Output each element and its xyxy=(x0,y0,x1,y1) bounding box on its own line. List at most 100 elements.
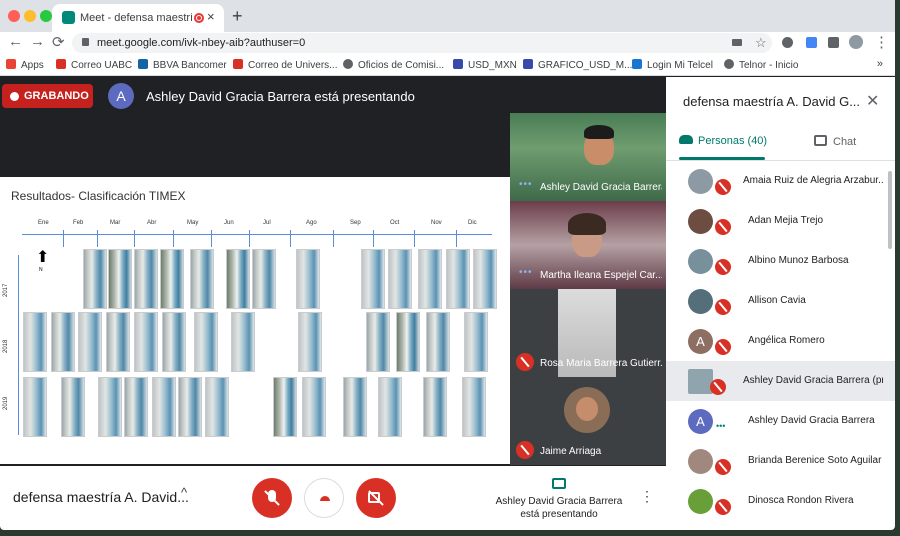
list-item[interactable]: Brianda Berenice Soto Aguilar xyxy=(666,441,895,481)
list-item[interactable]: Amaia Ruiz de Alegria Arzabur... xyxy=(666,161,895,201)
bookmark-correo-universidad[interactable]: Correo de Univers... xyxy=(233,59,337,71)
list-item[interactable]: Adan Mejia Trejo xyxy=(666,201,895,241)
list-item[interactable]: Allison Cavia xyxy=(666,281,895,321)
timeline-tick xyxy=(333,230,334,247)
timeline-tick xyxy=(373,230,374,247)
month-label: Nov xyxy=(431,220,442,226)
bookmark-telcel[interactable]: Login Mi Telcel xyxy=(632,59,713,71)
timex-image xyxy=(388,249,412,309)
participant-tile[interactable]: Rosa Maria Barrera Gutierr... xyxy=(510,289,666,377)
tab-close-icon[interactable]: × xyxy=(207,9,215,24)
timex-image xyxy=(205,377,229,437)
slide-title: Resultados- Clasificación TIMEX xyxy=(11,189,186,203)
timex-image xyxy=(152,377,176,437)
mic-off-icon xyxy=(715,499,731,515)
timex-image xyxy=(343,377,367,437)
timex-image xyxy=(134,312,158,372)
new-tab-button[interactable]: + xyxy=(232,6,243,27)
month-label: Jul xyxy=(263,220,271,226)
list-item[interactable]: Dinosca Rondon Rivera xyxy=(666,481,895,521)
bookmark-usd-mxn[interactable]: USD_MXN xyxy=(453,59,517,71)
list-item[interactable]: A Angélica Romero xyxy=(666,321,895,361)
hang-up-icon xyxy=(320,496,330,501)
minimize-window-button[interactable] xyxy=(24,10,36,22)
microphone-toggle-button[interactable] xyxy=(252,478,292,518)
participant-tile[interactable]: Jaime Arriaga xyxy=(510,377,666,465)
bookmark-apps[interactable]: Apps xyxy=(6,59,44,71)
url-bar[interactable]: meet.google.com/ivk-nbey-aib?authuser=0 … xyxy=(72,33,772,53)
camera-permission-icon[interactable] xyxy=(732,39,742,46)
maximize-window-button[interactable] xyxy=(40,10,52,22)
chevron-up-icon[interactable]: ^ xyxy=(181,485,187,500)
list-item[interactable]: Albino Munoz Barbosa xyxy=(666,241,895,281)
more-options-icon[interactable]: ⋮ xyxy=(640,488,654,505)
back-button[interactable]: ← xyxy=(8,33,23,50)
gmail-icon xyxy=(233,59,243,69)
presenter-avatar: A xyxy=(108,83,134,109)
browser-window: Meet - defensa maestría A × + ← → ⟳ meet… xyxy=(0,0,895,530)
meeting-details-button[interactable]: defensa maestría A. David... xyxy=(13,489,189,505)
mic-off-icon xyxy=(715,219,731,235)
globe-icon xyxy=(343,59,353,69)
year-label: 2019 xyxy=(3,396,9,410)
extensions-puzzle-icon[interactable] xyxy=(828,37,839,48)
timex-image xyxy=(378,377,402,437)
list-item[interactable]: A ••• Ashley David Gracia Barrera xyxy=(666,401,895,441)
chart-icon xyxy=(523,59,533,69)
reload-button[interactable]: ⟳ xyxy=(52,33,65,51)
browser-menu-icon[interactable]: ⋮ xyxy=(874,33,889,51)
timex-image xyxy=(396,312,420,372)
presentation-slide: Resultados- Clasificación TIMEX Ene Feb … xyxy=(0,177,510,464)
bookmark-oficios[interactable]: Oficios de Comisi... xyxy=(343,59,444,71)
timex-image xyxy=(98,377,122,437)
timex-image xyxy=(446,249,470,309)
bookmarks-overflow-icon[interactable]: » xyxy=(877,58,883,70)
presenting-status[interactable]: Ashley David Gracia Barrera está present… xyxy=(488,495,630,521)
timeline-tick xyxy=(456,230,457,247)
extension-icon[interactable] xyxy=(782,37,793,48)
telcel-icon xyxy=(632,59,642,69)
month-label: Sep xyxy=(350,220,361,226)
mic-off-icon xyxy=(715,339,731,355)
chart-icon xyxy=(453,59,463,69)
speaking-indicator-icon: ••• xyxy=(519,267,533,278)
present-screen-icon[interactable] xyxy=(552,478,566,489)
extension-pen-icon[interactable] xyxy=(806,37,817,48)
timeline-tick xyxy=(211,230,212,247)
panel-scrollbar[interactable] xyxy=(888,171,892,249)
month-label: Dic xyxy=(468,220,477,226)
timex-image xyxy=(194,312,218,372)
bookmark-correo-uabc[interactable]: Correo UABC xyxy=(56,59,132,71)
bookmark-grafico[interactable]: GRAFICO_USD_M... xyxy=(523,59,632,71)
list-item[interactable]: Ashley David Gracia Barrera (pr... xyxy=(666,361,895,401)
timex-image xyxy=(473,249,497,309)
year-label: 2018 xyxy=(3,339,9,353)
avatar xyxy=(688,369,713,394)
tab-chat[interactable]: Chat xyxy=(814,135,856,148)
leave-call-button[interactable] xyxy=(304,478,344,518)
avatar xyxy=(688,449,713,474)
timex-image xyxy=(190,249,214,309)
bookmarks-bar: Apps Correo UABC BBVA Bancomer Correo de… xyxy=(0,54,895,76)
participant-tile[interactable]: ••• Martha Ileana Espejel Car... xyxy=(510,201,666,289)
bookmark-star-icon[interactable]: ☆ xyxy=(755,35,767,51)
browser-tab[interactable]: Meet - defensa maestría A × xyxy=(52,4,224,32)
recording-badge: GRABANDO xyxy=(2,84,93,108)
timex-image xyxy=(273,377,297,437)
close-window-button[interactable] xyxy=(8,10,20,22)
timex-image xyxy=(464,312,488,372)
timex-image xyxy=(23,377,47,437)
profile-avatar[interactable] xyxy=(849,35,863,49)
participant-tile[interactable]: ••• Ashley David Gracia Barrera xyxy=(510,113,666,201)
camera-toggle-button[interactable] xyxy=(356,478,396,518)
bookmark-bbva[interactable]: BBVA Bancomer xyxy=(138,59,227,71)
tab-people[interactable]: Personas (40) xyxy=(679,135,767,147)
month-label: Oct xyxy=(390,220,400,226)
panel-title: defensa maestría A. David G... xyxy=(683,94,861,109)
timeline-tick xyxy=(290,230,291,247)
timex-image xyxy=(366,312,390,372)
forward-button[interactable]: → xyxy=(30,33,45,50)
close-panel-icon[interactable]: ✕ xyxy=(866,91,879,111)
mic-off-icon xyxy=(715,299,731,315)
bookmark-telnor[interactable]: Telnor - Inicio xyxy=(724,59,798,71)
